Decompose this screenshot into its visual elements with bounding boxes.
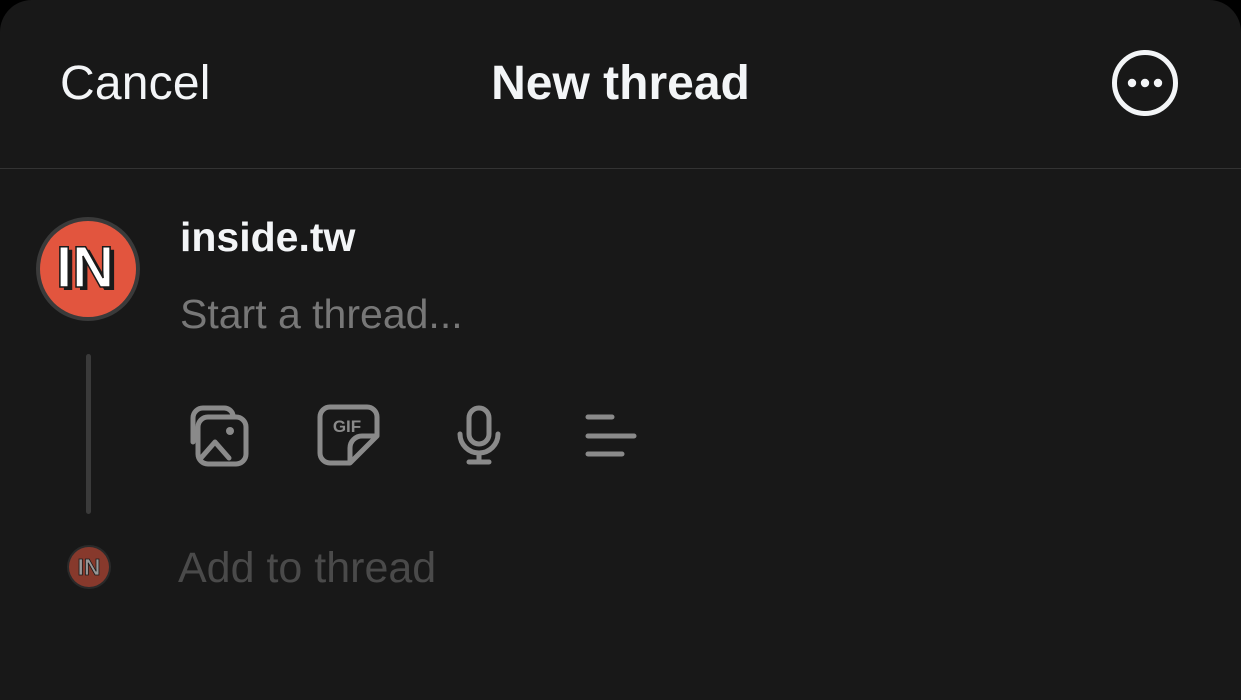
poll-button[interactable] — [576, 400, 646, 470]
avatar-small: IN — [66, 544, 112, 590]
thread-text-input[interactable] — [180, 286, 1080, 342]
avatar-text: IN — [56, 235, 114, 300]
image-gallery-icon — [190, 405, 249, 467]
gif-icon: GIF — [317, 404, 380, 466]
avatar-small-text: IN — [78, 554, 101, 580]
new-thread-sheet: Cancel New thread IN IN inside.tw Start … — [0, 0, 1241, 700]
more-options-icon — [1112, 50, 1178, 116]
poll-icon — [585, 414, 637, 457]
thread-connector-line — [86, 354, 91, 514]
voice-note-button[interactable] — [444, 400, 514, 470]
avatar[interactable]: IN IN — [35, 216, 141, 322]
microphone-icon — [457, 405, 501, 465]
header-bar: Cancel New thread — [0, 0, 1241, 169]
attach-image-button[interactable] — [182, 400, 252, 470]
more-options-button[interactable] — [1111, 49, 1179, 117]
attach-gif-button[interactable]: GIF — [314, 400, 384, 470]
gif-label: GIF — [333, 417, 361, 436]
username: inside.tw — [180, 214, 356, 260]
cancel-button[interactable]: Cancel — [60, 56, 211, 112]
add-to-thread-button[interactable]: Add to thread — [178, 540, 436, 596]
